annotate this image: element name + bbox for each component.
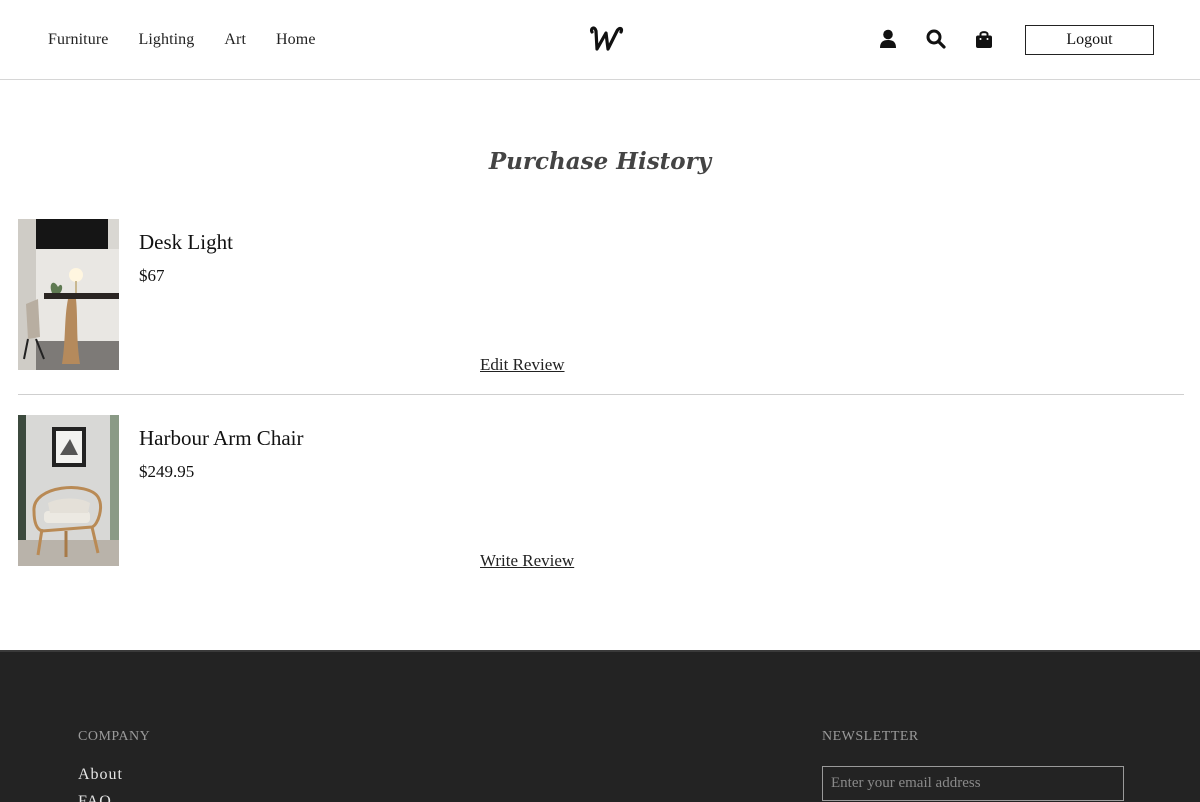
page-title: Purchase History — [488, 148, 712, 175]
nav-art[interactable]: Art — [224, 31, 246, 49]
desk-light-photo[interactable] — [18, 219, 119, 370]
purchase-item: Desk Light $67 Edit Review — [18, 219, 1184, 395]
footer-link-about[interactable]: About — [78, 766, 123, 784]
purchase-item: Harbour Arm Chair $249.95 Write Review — [18, 415, 1184, 585]
footer-link-faq[interactable]: FAQ — [78, 793, 112, 802]
script-w-logo[interactable] — [586, 22, 626, 56]
item-name[interactable]: Desk Light — [139, 230, 233, 255]
newsletter-email-input[interactable] — [822, 766, 1124, 801]
header-icons — [878, 28, 994, 50]
nav-lighting[interactable]: Lighting — [138, 31, 194, 49]
item-price: $67 — [139, 266, 165, 285]
write-review-link[interactable]: Write Review — [480, 551, 574, 571]
item-name[interactable]: Harbour Arm Chair — [139, 426, 303, 451]
search-icon[interactable] — [926, 28, 946, 50]
edit-review-link[interactable]: Edit Review — [480, 355, 565, 375]
company-heading: COMPANY — [78, 729, 151, 744]
nav-home[interactable]: Home — [276, 31, 316, 49]
site-header: Furniture Lighting Art Home Logout — [0, 0, 1200, 80]
newsletter-heading: NEWSLETTER — [822, 729, 919, 744]
arm-chair-photo[interactable] — [18, 415, 119, 566]
site-footer: COMPANY About FAQ NEWSLETTER — [0, 650, 1200, 802]
item-price: $249.95 — [139, 462, 195, 481]
main-nav: Furniture Lighting Art Home — [48, 31, 316, 49]
logout-button[interactable]: Logout — [1025, 25, 1154, 55]
nav-furniture[interactable]: Furniture — [48, 31, 108, 49]
shopping-bag-icon[interactable] — [974, 28, 994, 50]
user-icon[interactable] — [878, 28, 898, 50]
